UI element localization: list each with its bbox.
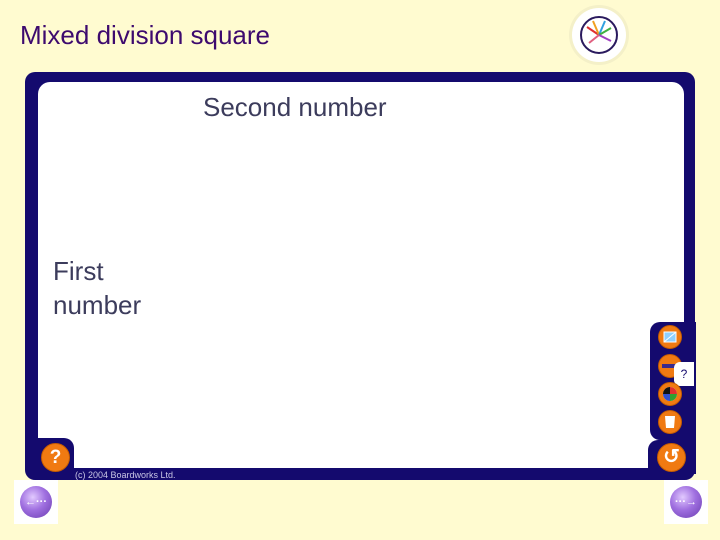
notepad-icon[interactable]: [658, 325, 682, 349]
page-title: Mixed division square: [20, 20, 271, 50]
copyright-text: (c) 2004 Boardworks Ltd.: [75, 470, 176, 480]
previous-slide-button[interactable]: ←···: [14, 480, 58, 524]
second-number-label: Second number: [203, 92, 387, 122]
color-wheel-icon[interactable]: [658, 382, 682, 406]
boardworks-logo-icon: [572, 8, 626, 62]
next-slide-button[interactable]: ···→: [664, 480, 708, 524]
next-arrow-icon: ···→: [670, 486, 702, 518]
undo-icon: ↺: [663, 446, 680, 468]
first-number-label: First number: [53, 256, 142, 320]
help-button[interactable]: ?: [41, 443, 70, 472]
undo-button[interactable]: ↺: [657, 443, 686, 472]
previous-arrow-icon: ←···: [20, 486, 52, 518]
eraser-bin-icon[interactable]: [658, 410, 682, 434]
